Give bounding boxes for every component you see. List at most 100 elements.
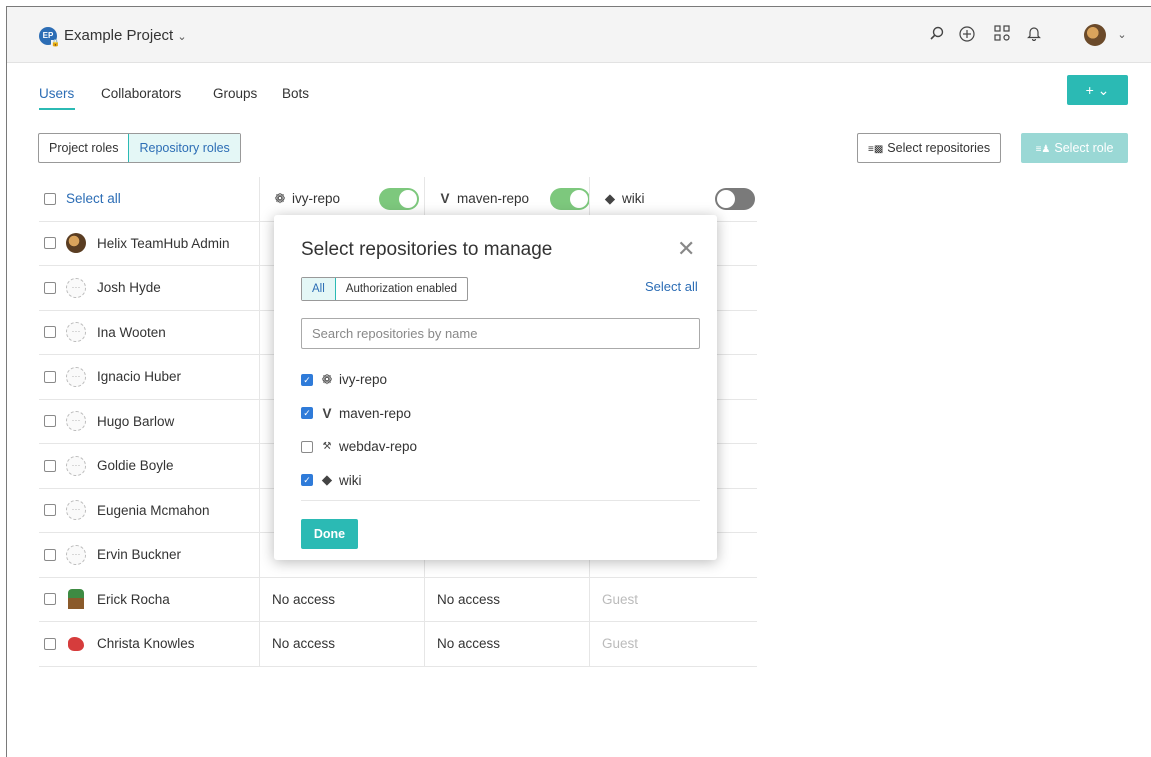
row-checkbox[interactable] xyxy=(44,637,56,650)
repo-checkbox[interactable]: ✓ xyxy=(301,373,313,386)
maven-icon: V xyxy=(322,405,332,421)
git-icon: ◆ xyxy=(604,190,616,206)
select-role-label: Select role xyxy=(1054,141,1114,155)
role-cell[interactable]: No access xyxy=(424,622,589,666)
column-repo-name: ivy-repo xyxy=(292,190,341,206)
close-icon[interactable]: ✕ xyxy=(677,238,695,260)
tab-bots[interactable]: Bots xyxy=(282,86,309,101)
row-checkbox[interactable] xyxy=(44,281,56,294)
role-cell[interactable]: No access xyxy=(424,577,589,621)
repo-checkbox[interactable]: ✓ xyxy=(301,407,313,420)
user-name: Helix TeamHub Admin xyxy=(97,235,230,251)
repository-roles-button[interactable]: Repository roles xyxy=(128,134,240,162)
search-input[interactable] xyxy=(301,318,700,349)
maven-repo-toggle[interactable] xyxy=(550,188,590,210)
column-header-maven-repo: Vmaven-repo xyxy=(424,177,590,221)
toggle-knob xyxy=(399,190,417,208)
repo-name: wiki xyxy=(339,472,362,488)
user-name: Hugo Barlow xyxy=(97,413,175,429)
repo-checkbox[interactable]: ✓ xyxy=(301,474,313,487)
row-checkbox[interactable] xyxy=(44,370,56,383)
add-button[interactable]: + ⌄ xyxy=(1067,75,1128,105)
select-all-link[interactable]: Select all xyxy=(66,191,121,206)
avatar: ··· xyxy=(66,544,86,565)
role-cell[interactable]: Guest xyxy=(589,577,757,621)
repo-checkbox[interactable] xyxy=(301,440,313,453)
role-type-toggle: Project roles Repository roles xyxy=(38,133,241,163)
avatar: ··· xyxy=(66,500,86,521)
search-icon[interactable] xyxy=(927,25,947,45)
row-checkbox[interactable] xyxy=(44,326,56,339)
select-repositories-button[interactable]: ≡▩ Select repositories xyxy=(857,133,1002,163)
lock-icon: 🔒 xyxy=(51,40,60,47)
repository-list: ✓ ❁ ivy-repo ✓ V maven-repo ⚒ webdav-rep… xyxy=(301,363,417,497)
select-all-checkbox[interactable] xyxy=(44,192,56,205)
role-icon: ≡♟ xyxy=(1035,144,1051,155)
row-checkbox[interactable] xyxy=(44,237,56,250)
role-cell[interactable]: Guest xyxy=(589,622,757,666)
avatar xyxy=(66,233,86,254)
role-value: No access xyxy=(272,591,336,607)
ivy-repo-toggle[interactable] xyxy=(379,188,419,210)
wiki-toggle[interactable] xyxy=(715,188,755,210)
table-row: Erick Rocha No access No access Guest xyxy=(39,577,757,622)
tab-groups[interactable]: Groups xyxy=(213,86,257,101)
select-all-link[interactable]: Select all xyxy=(645,279,698,294)
row-checkbox[interactable] xyxy=(44,504,56,517)
avatar: ··· xyxy=(66,322,86,343)
repo-filter-toggle: All Authorization enabled xyxy=(301,277,469,301)
avatar xyxy=(68,636,84,651)
user-name: Ina Wooten xyxy=(97,324,166,340)
project-roles-button[interactable]: Project roles xyxy=(39,134,128,162)
repo-name: ivy-repo xyxy=(339,372,388,388)
user-name: Christa Knowles xyxy=(97,636,195,652)
role-cell[interactable]: No access xyxy=(259,577,424,621)
maven-icon: V xyxy=(440,191,450,207)
user-name: Ervin Buckner xyxy=(97,547,182,563)
dialog-title: Select repositories to manage xyxy=(301,239,553,260)
tab-collaborators[interactable]: Collaborators xyxy=(101,86,181,101)
tab-users[interactable]: Users xyxy=(39,86,74,101)
list-item[interactable]: ⚒ webdav-repo xyxy=(301,430,417,464)
chevron-down-icon: ⌄ xyxy=(177,31,187,43)
project-switcher[interactable]: Example Project ⌄ xyxy=(64,27,187,44)
row-checkbox[interactable] xyxy=(44,548,56,561)
user-cell: ··· Josh Hyde xyxy=(39,266,259,310)
ivy-icon: ❁ xyxy=(274,190,286,206)
table-row: Christa Knowles No access No access Gues… xyxy=(39,622,757,667)
bell-icon[interactable] xyxy=(1024,25,1044,45)
role-value: Guest xyxy=(602,636,639,652)
ivy-icon: ❁ xyxy=(321,371,333,387)
avatar: ··· xyxy=(66,366,86,387)
user-name: Goldie Boyle xyxy=(97,458,174,474)
row-checkbox[interactable] xyxy=(44,415,56,428)
list-item[interactable]: ✓ V maven-repo xyxy=(301,397,417,431)
select-role-button[interactable]: ≡♟ Select role xyxy=(1021,133,1128,163)
column-repo-name: wiki xyxy=(622,190,645,206)
select-all-cell: Select all xyxy=(39,177,259,221)
plus-circle-icon[interactable] xyxy=(957,25,977,45)
user-avatar[interactable] xyxy=(1084,24,1106,46)
user-cell: ··· Ignacio Huber xyxy=(39,355,259,399)
user-cell: Helix TeamHub Admin xyxy=(39,222,259,266)
avatar: ··· xyxy=(66,277,86,298)
webdav-icon: ⚒ xyxy=(322,441,332,453)
filter-authorization-enabled-button[interactable]: Authorization enabled xyxy=(336,278,467,300)
list-item[interactable]: ✓ ◆ wiki xyxy=(301,464,417,498)
repo-name: webdav-repo xyxy=(339,439,418,455)
user-cell: Christa Knowles xyxy=(39,622,259,666)
row-checkbox[interactable] xyxy=(44,593,56,606)
list-item[interactable]: ✓ ❁ ivy-repo xyxy=(301,363,417,397)
row-checkbox[interactable] xyxy=(44,459,56,472)
user-cell: Erick Rocha xyxy=(39,578,259,622)
user-name: Erick Rocha xyxy=(97,591,170,607)
role-cell[interactable]: No access xyxy=(259,622,424,666)
chevron-down-icon[interactable]: ⌄ xyxy=(1112,25,1132,45)
role-value: No access xyxy=(437,591,501,607)
user-cell: ··· Eugenia Mcmahon xyxy=(39,489,259,533)
role-value: No access xyxy=(437,636,501,652)
filter-all-button[interactable]: All xyxy=(302,278,336,300)
select-repositories-label: Select repositories xyxy=(887,141,991,155)
done-button[interactable]: Done xyxy=(301,519,358,549)
apps-grid-icon[interactable] xyxy=(992,25,1012,45)
